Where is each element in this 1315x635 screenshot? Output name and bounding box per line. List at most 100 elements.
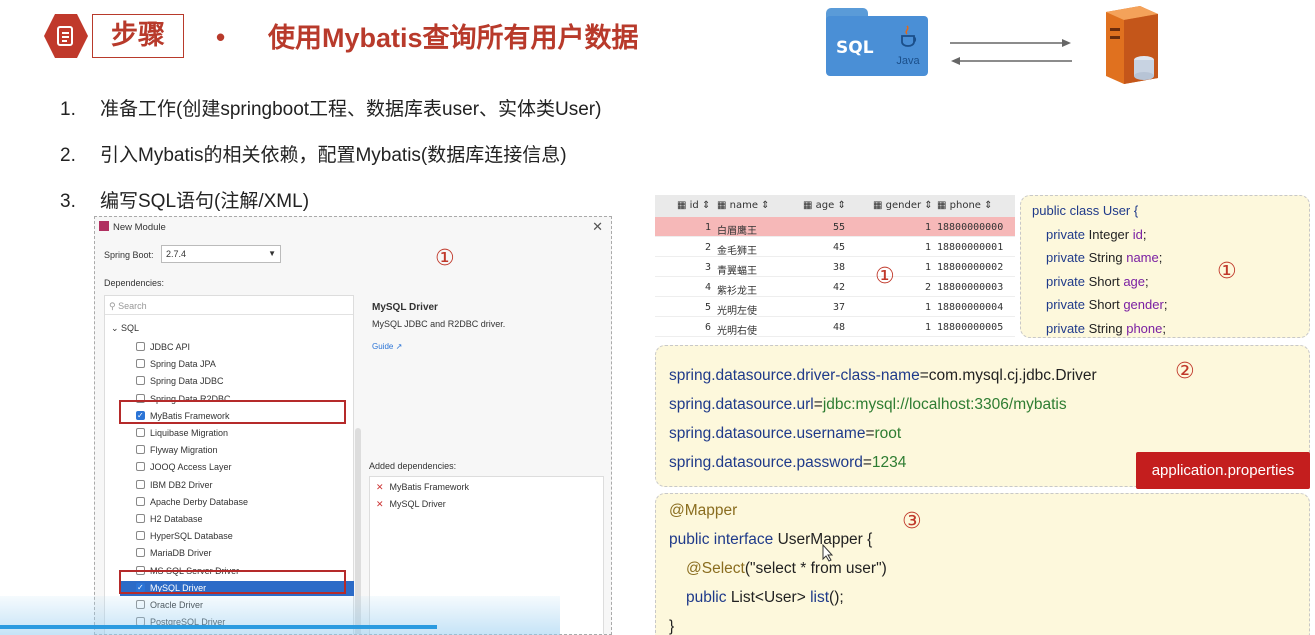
table-header: ▦ id ⇕ ▦ name ⇕ ▦ age ⇕ ▦ gender ⇕ ▦ pho… — [655, 195, 1015, 217]
code-line: private String phone; — [1046, 320, 1166, 336]
table-row[interactable]: 5 光明左使 37 1 18800000004 — [655, 297, 1015, 317]
table-row[interactable]: 4 紫衫龙王 42 2 18800000003 — [655, 277, 1015, 297]
table-row[interactable]: 6 光明右使 48 1 18800000005 — [655, 317, 1015, 337]
intellij-logo-icon — [99, 221, 109, 231]
step-3: 3. 编写SQL语句(注解/XML) — [60, 191, 310, 212]
checkbox[interactable] — [136, 479, 145, 489]
chevron-down-icon: ▼ — [268, 249, 276, 258]
table-cell: 18800000003 — [937, 282, 1004, 293]
col-age[interactable]: ▦ age ⇕ — [803, 200, 846, 211]
dependency-item[interactable]: Spring Data JPA — [136, 357, 346, 372]
marker-1-table: ① — [875, 263, 895, 288]
code-line: private String name; — [1046, 250, 1163, 265]
table-cell: 18800000001 — [937, 242, 1004, 253]
info-title: MySQL Driver — [372, 302, 438, 313]
col-id[interactable]: ▦ id ⇕ — [677, 200, 710, 211]
close-icon[interactable]: ✕ — [592, 219, 603, 235]
table-cell: 48 — [832, 322, 845, 333]
search-input[interactable]: ⚲ Search — [109, 301, 147, 312]
dependency-item[interactable]: Spring Data JDBC — [136, 374, 346, 389]
code-line: @Select("select * from user") — [686, 560, 887, 577]
sql-java-folder-icon: SQL Java — [826, 8, 928, 76]
checkbox[interactable] — [136, 376, 145, 386]
dependency-item[interactable]: Flyway Migration — [136, 443, 346, 458]
property-line: spring.datasource.driver-class-name=com.… — [669, 367, 1097, 384]
step-1: 1. 准备工作(创建springboot工程、数据库表user、实体类User) — [60, 99, 602, 120]
step-2: 2. 引入Mybatis的相关依赖，配置Mybatis(数据库连接信息) — [60, 145, 567, 166]
table-row[interactable]: 3 青翼蝠王 38 1 18800000002 — [655, 257, 1015, 277]
table-cell: 42 — [832, 282, 845, 293]
dependency-item[interactable]: JDBC API — [136, 340, 346, 355]
property-line: spring.datasource.username=root — [669, 425, 902, 442]
step-2-text: 引入Mybatis的相关依赖，配置Mybatis(数据库连接信息) — [100, 145, 567, 166]
title-bullet: • — [216, 22, 226, 52]
code-line: private Short gender; — [1046, 297, 1168, 312]
arrow-right-icon — [950, 39, 1071, 47]
group-sql[interactable]: ⌄ SQL — [111, 323, 139, 334]
checkbox[interactable] — [136, 496, 145, 506]
checkbox[interactable] — [136, 548, 145, 558]
mapper-code-panel: @Mapper public interface UserMapper { @S… — [655, 493, 1310, 635]
table-cell: 1 — [924, 322, 931, 333]
dependency-item[interactable]: IBM DB2 Driver — [136, 478, 346, 493]
table-cell: 37 — [832, 302, 845, 313]
code-line: private Integer id; — [1046, 226, 1147, 242]
step-1-text: 准备工作(创建springboot工程、数据库表user、实体类User) — [100, 99, 602, 120]
sql-label: SQL — [836, 38, 874, 58]
table-cell: 2 — [704, 242, 711, 253]
user-table: ▦ id ⇕ ▦ name ⇕ ▦ age ⇕ ▦ gender ⇕ ▦ pho… — [655, 195, 1015, 338]
marker-3: ③ — [902, 508, 922, 533]
property-line: spring.datasource.password=1234 — [669, 454, 907, 471]
checkbox[interactable] — [136, 462, 145, 472]
java-logo-icon: Java — [892, 22, 924, 70]
table-cell: 55 — [832, 222, 845, 233]
dependency-item[interactable]: HyperSQL Database — [136, 529, 346, 544]
marker-1-code: ① — [1217, 258, 1237, 283]
checkbox[interactable] — [136, 514, 145, 523]
table-cell: 1 — [924, 242, 931, 253]
checkbox[interactable] — [136, 445, 145, 455]
table-cell: 18800000000 — [937, 222, 1004, 233]
table-cell: 1 — [924, 222, 931, 233]
arrow-left-icon — [951, 57, 1072, 65]
highlight-mybatis — [119, 400, 346, 424]
section-icon — [44, 14, 88, 58]
col-name[interactable]: ▦ name ⇕ — [717, 200, 770, 211]
table-cell: 1 — [704, 222, 711, 233]
file-badge: application.properties — [1136, 452, 1310, 489]
guide-link[interactable]: Guide ↗ — [372, 342, 402, 351]
spring-boot-label: Spring Boot: — [104, 250, 154, 260]
checkbox[interactable] — [136, 428, 145, 437]
marker-2: ② — [1175, 358, 1195, 383]
table-row[interactable]: 1 白眉鹰王 55 1 18800000000 — [655, 217, 1015, 237]
spring-boot-version-select[interactable]: 2.7.4 ▼ — [161, 245, 281, 263]
marker-1-dialog: ① — [435, 245, 455, 270]
remove-icon[interactable]: ✕ — [376, 499, 384, 509]
page-title: 使用Mybatis查询所有用户数据 — [268, 23, 639, 53]
java-label: Java — [896, 55, 920, 67]
dependency-item[interactable]: JOOQ Access Layer — [136, 460, 346, 475]
remove-icon[interactable]: ✕ — [376, 482, 384, 492]
video-progress-bar[interactable] — [0, 625, 437, 629]
dependency-item[interactable]: Liquibase Migration — [136, 426, 346, 441]
table-cell: 4 — [704, 282, 711, 293]
database-server-icon — [1106, 6, 1158, 84]
dependency-item[interactable]: H2 Database — [136, 512, 346, 527]
table-cell: 45 — [832, 242, 845, 253]
code-line: @Mapper — [669, 502, 738, 519]
checkbox[interactable] — [136, 342, 145, 351]
checkbox[interactable] — [136, 359, 145, 369]
col-gender[interactable]: ▦ gender ⇕ — [873, 200, 933, 211]
step-3-text: 编写SQL语句(注解/XML) — [100, 191, 310, 212]
dependency-item[interactable]: MariaDB Driver — [136, 546, 346, 561]
table-cell: 18800000005 — [937, 322, 1004, 333]
added-item: ✕ MySQL Driver — [376, 499, 446, 509]
checkbox[interactable] — [136, 531, 145, 541]
entity-code-panel: public class User { private Integer id; p… — [1020, 195, 1310, 338]
col-phone[interactable]: ▦ phone ⇕ — [937, 200, 993, 211]
dialog-title: New Module — [99, 221, 166, 233]
table-cell: 18800000002 — [937, 262, 1004, 273]
table-cell: 38 — [832, 262, 845, 273]
table-row[interactable]: 2 金毛狮王 45 1 18800000001 — [655, 237, 1015, 257]
dependency-item[interactable]: Apache Derby Database — [136, 495, 346, 510]
